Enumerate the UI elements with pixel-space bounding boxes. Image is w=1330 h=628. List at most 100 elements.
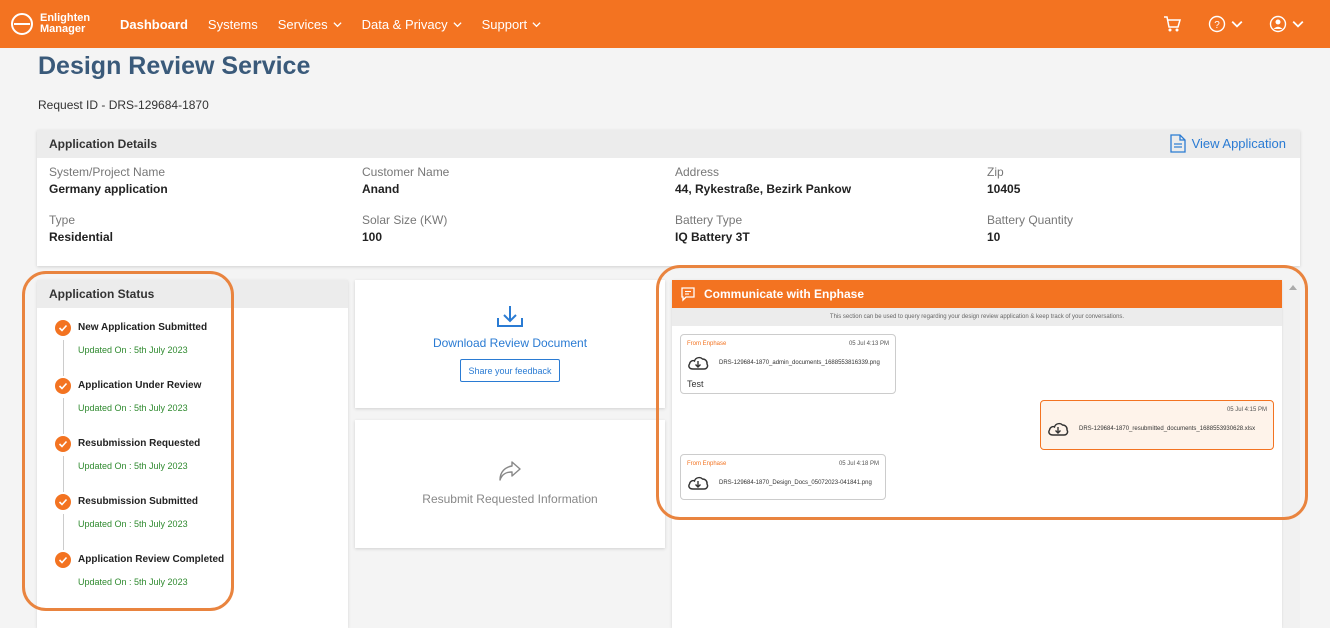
attachment-filename: DRS-129684-1870_resubmitted_documents_16… [1079, 425, 1256, 432]
field-battery-quantity: Battery Quantity 10 [987, 213, 1073, 244]
check-circle-icon [55, 552, 71, 568]
page-title: Design Review Service [38, 52, 311, 80]
share-feedback-button[interactable]: Share your feedback [460, 359, 560, 382]
chevron-down-icon [532, 21, 541, 27]
step-updated-date: Updated On : 5th July 2023 [78, 345, 188, 355]
field-value: 10405 [987, 182, 1021, 196]
step-name: Resubmission Requested [78, 438, 201, 449]
field-label: System/Project Name [49, 165, 166, 179]
field-battery-type: Battery Type IQ Battery 3T [675, 213, 750, 244]
message-text: Test [687, 379, 704, 389]
step-name: Application Under Review [78, 380, 202, 391]
scroll-up-arrow-icon[interactable] [1289, 285, 1297, 290]
nav-services[interactable]: Services [278, 17, 342, 32]
resubmit-card[interactable]: Resubmit Requested Information [355, 420, 665, 548]
help-menu-button[interactable]: ? [1208, 15, 1243, 33]
field-value: 10 [987, 230, 1001, 244]
nav-dashboard-label: Dashboard [120, 16, 188, 32]
brand-line-2: Manager [40, 23, 86, 35]
message-sender: From Enphase [687, 341, 727, 347]
account-menu-button[interactable] [1269, 15, 1304, 33]
field-label: Customer Name [362, 165, 450, 179]
attachment-link[interactable]: DRS-129684-1870_admin_documents_16885538… [687, 355, 880, 370]
field-value: Anand [362, 182, 400, 196]
field-type: Type Residential [49, 213, 113, 244]
nav-support[interactable]: Support [482, 17, 542, 32]
nav-right-icons: ? [1162, 0, 1330, 48]
message-sender: From Enphase [687, 461, 727, 467]
attachment-link[interactable]: DRS-129684-1870_Design_Docs_05072023-041… [687, 475, 872, 490]
application-details-title: Application Details [49, 137, 158, 151]
cloud-download-icon [1048, 422, 1069, 436]
timeline-connector [63, 456, 64, 492]
step-name: Application Review Completed [78, 554, 225, 565]
application-details-card: Application Details View Application Sys… [37, 130, 1300, 266]
cart-button[interactable] [1162, 14, 1182, 34]
field-value: 100 [362, 230, 383, 244]
check-circle-icon [55, 320, 71, 336]
chevron-down-icon [453, 21, 462, 27]
document-icon [1169, 134, 1186, 153]
communication-panel: Communicate with Enphase This section ca… [672, 280, 1282, 628]
attachment-filename: DRS-129684-1870_Design_Docs_05072023-041… [719, 479, 872, 486]
check-circle-icon [55, 494, 71, 510]
timeline-connector [63, 398, 64, 434]
enphase-logo-icon [11, 13, 33, 35]
brand-name: Enlighten Manager [40, 13, 90, 35]
message-bubble: From Enphase 05 Jul 4:13 PM DRS-129684-1… [680, 334, 896, 394]
field-label: Address [675, 165, 720, 179]
chevron-down-icon [1231, 20, 1243, 28]
communication-scrollbar[interactable] [1284, 280, 1300, 628]
step-updated-date: Updated On : 5th July 2023 [78, 403, 188, 413]
check-circle-icon [55, 378, 71, 394]
check-circle-icon [55, 436, 71, 452]
top-navigation-bar: Enlighten Manager Dashboard Systems Serv… [0, 0, 1330, 48]
view-application-label: View Application [1191, 136, 1286, 151]
step-name: New Application Submitted [78, 322, 208, 333]
field-project-name: System/Project Name Germany application [49, 165, 168, 196]
field-value: 44, Rykestraße, Bezirk Pankow [675, 182, 852, 196]
chevron-down-icon [1292, 20, 1304, 28]
field-value: Residential [49, 230, 114, 244]
step-updated-date: Updated On : 5th July 2023 [78, 519, 188, 529]
communication-note: This section can be used to query regard… [672, 308, 1282, 326]
communication-header: Communicate with Enphase [672, 280, 1282, 308]
field-label: Battery Type [675, 213, 743, 227]
field-zip: Zip 10405 [987, 165, 1020, 196]
message-time: 05 Jul 4:15 PM [1226, 407, 1267, 413]
cloud-download-icon [688, 476, 709, 490]
resubmit-label: Resubmit Requested Information [422, 492, 598, 506]
download-review-button[interactable] [495, 304, 525, 335]
message-time: 05 Jul 4:13 PM [848, 341, 889, 347]
nav-systems[interactable]: Systems [208, 17, 258, 32]
cart-icon [1164, 16, 1181, 32]
message-bubble-outgoing: 05 Jul 4:15 PM DRS-129684-1870_resubmitt… [1040, 400, 1274, 450]
field-customer-name: Customer Name Anand [362, 165, 449, 196]
download-review-link[interactable]: Download Review Document [355, 336, 665, 350]
help-icon: ? [1208, 15, 1226, 33]
attachment-link[interactable]: DRS-129684-1870_resubmitted_documents_16… [1047, 421, 1255, 436]
communication-title: Communicate with Enphase [704, 287, 865, 301]
application-details-header: Application Details View Application [37, 130, 1300, 158]
chat-icon [681, 287, 695, 302]
timeline-connector [63, 514, 64, 550]
svg-text:?: ? [1214, 20, 1220, 31]
field-label: Solar Size (KW) [362, 213, 448, 227]
field-value: IQ Battery 3T [675, 230, 750, 244]
nav-services-label: Services [277, 16, 328, 32]
nav-data-privacy-label: Data & Privacy [361, 16, 448, 32]
nav-dashboard[interactable]: Dashboard [120, 17, 188, 32]
step-updated-date: Updated On : 5th July 2023 [78, 577, 188, 587]
view-application-link[interactable]: View Application [1169, 134, 1286, 153]
attachment-filename: DRS-129684-1870_admin_documents_16885538… [719, 359, 880, 366]
user-icon [1269, 15, 1287, 33]
nav-systems-label: Systems [207, 16, 258, 32]
field-address: Address 44, Rykestraße, Bezirk Pankow [675, 165, 851, 196]
field-solar-size: Solar Size (KW) 100 [362, 213, 447, 244]
field-value: Germany application [49, 182, 168, 196]
enlighten-logo[interactable]: Enlighten Manager [10, 12, 120, 36]
nav-support-label: Support [481, 16, 528, 32]
step-updated-date: Updated On : 5th July 2023 [78, 461, 188, 471]
application-status-header: Application Status [37, 280, 348, 308]
nav-data-privacy[interactable]: Data & Privacy [362, 17, 462, 32]
